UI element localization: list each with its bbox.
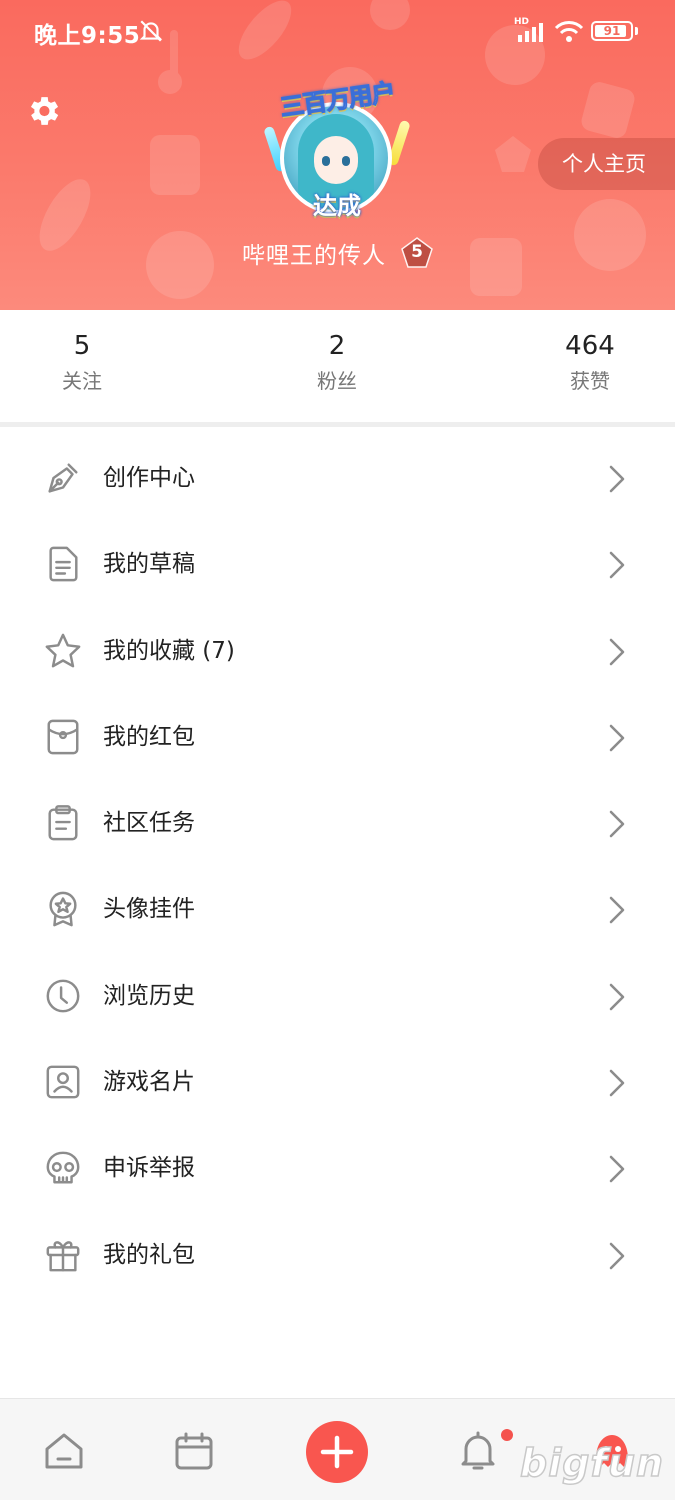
clipboard-task-icon xyxy=(48,805,78,841)
bell-icon[interactable] xyxy=(456,1429,500,1473)
skull-icon xyxy=(46,1151,80,1184)
menu-item-game-card[interactable]: 游戏名片 xyxy=(0,1039,675,1125)
menu-label: 我的礼包 xyxy=(103,1241,195,1268)
stat-likes-count: 464 xyxy=(565,331,615,361)
menu-label: 社区任务 xyxy=(103,810,195,837)
username: 哔哩王的传人 xyxy=(241,243,386,269)
red-packet-icon xyxy=(47,719,79,755)
section-divider xyxy=(0,422,675,427)
stat-followers-label: 粉丝 xyxy=(317,369,357,393)
home-icon[interactable] xyxy=(42,1429,86,1473)
notification-dot xyxy=(501,1429,513,1441)
menu-label: 申诉举报 xyxy=(103,1155,195,1182)
menu-item-browsing-history[interactable]: 浏览历史 xyxy=(0,953,675,1039)
menu-item-appeal-report[interactable]: 申诉举报 xyxy=(0,1125,675,1211)
menu-label: 浏览历史 xyxy=(103,982,195,1009)
battery-level: 91 xyxy=(603,24,621,38)
menu-item-favorites[interactable]: 我的收藏 (7) xyxy=(0,608,675,694)
personal-homepage-button[interactable]: 个人主页 xyxy=(538,138,675,190)
chevron-right-icon xyxy=(609,1156,625,1183)
level-number: 5 xyxy=(411,242,423,262)
chevron-right-icon xyxy=(609,810,625,838)
menu-item-avatar-pendants[interactable]: 头像挂件 xyxy=(0,866,675,952)
stat-following-label: 关注 xyxy=(62,369,102,393)
menu-item-gift-packs[interactable]: 我的礼包 xyxy=(0,1212,675,1298)
chevron-right-icon xyxy=(609,465,625,493)
profile-card-icon xyxy=(46,1065,80,1099)
stat-followers[interactable]: 2 粉丝 xyxy=(267,328,407,396)
stat-likes[interactable]: 464 获赞 xyxy=(520,328,660,396)
avatar-with-frame[interactable]: 三百万用户 达成 xyxy=(262,78,412,225)
signal-icon xyxy=(518,23,543,42)
battery-indicator: 91 xyxy=(591,21,633,41)
bell-muted-icon xyxy=(139,20,163,42)
chevron-right-icon xyxy=(609,724,625,752)
menu-label: 我的收藏 (7) xyxy=(103,637,235,664)
draft-document-icon xyxy=(49,546,78,582)
menu-label: 我的草稿 xyxy=(103,551,195,578)
battery-tip xyxy=(635,27,638,35)
chevron-right-icon xyxy=(609,1069,625,1097)
status-time: 晚上9:55 xyxy=(34,23,141,49)
menu-label: 头像挂件 xyxy=(103,896,195,923)
menu-item-drafts[interactable]: 我的草稿 xyxy=(0,521,675,607)
bottom-navigation: bigfun xyxy=(0,1398,675,1500)
chevron-right-icon xyxy=(609,983,625,1011)
wifi-icon xyxy=(554,21,584,42)
avatar-frame-subtitle: 达成 xyxy=(313,192,361,220)
gear-icon[interactable] xyxy=(24,92,62,130)
medal-badge-icon xyxy=(49,892,77,927)
star-icon xyxy=(45,633,81,668)
avatar-face xyxy=(314,136,358,184)
username-row: 哔哩王的传人 5 xyxy=(0,236,675,270)
status-bar: 晚上9:55 HD 91 xyxy=(0,0,675,64)
menu-label: 创作中心 xyxy=(103,465,195,491)
plus-icon xyxy=(320,1435,354,1469)
chevron-right-icon xyxy=(609,551,625,579)
profile-header: 晚上9:55 HD 91 三百万用户 达成 哔哩王的传人 5 个人主页 xyxy=(0,0,675,310)
avatar-eye-right xyxy=(342,156,350,166)
avatar-eye-left xyxy=(322,156,330,166)
add-post-button[interactable] xyxy=(306,1421,368,1483)
menu-label: 我的红包 xyxy=(103,723,195,750)
clock-icon xyxy=(46,979,80,1013)
stats-bar: 5 关注 2 粉丝 464 获赞 xyxy=(0,310,675,422)
menu-item-community-tasks[interactable]: 社区任务 xyxy=(0,780,675,866)
stat-following[interactable]: 5 关注 xyxy=(12,328,152,396)
menu-label: 游戏名片 xyxy=(103,1069,195,1096)
chevron-right-icon xyxy=(609,1242,625,1269)
stat-likes-label: 获赞 xyxy=(570,369,610,393)
menu-item-red-packets[interactable]: 我的红包 xyxy=(0,694,675,780)
gift-icon xyxy=(46,1240,80,1272)
menu-item-creation-center[interactable]: 创作中心 xyxy=(0,435,675,521)
stat-following-count: 5 xyxy=(73,331,91,361)
calendar-icon[interactable] xyxy=(172,1429,216,1473)
stat-followers-count: 2 xyxy=(328,331,346,361)
chevron-right-icon xyxy=(609,897,625,924)
pen-nib-icon xyxy=(48,463,78,493)
level-badge: 5 xyxy=(401,237,433,269)
menu-list: 创作中心 我的草稿 我的收藏 (7) 我的红包 社区任务 头像挂件 浏览历史 游… xyxy=(0,435,675,1298)
watermark-logo: bigfun xyxy=(519,1440,665,1486)
chevron-right-icon xyxy=(609,638,625,665)
